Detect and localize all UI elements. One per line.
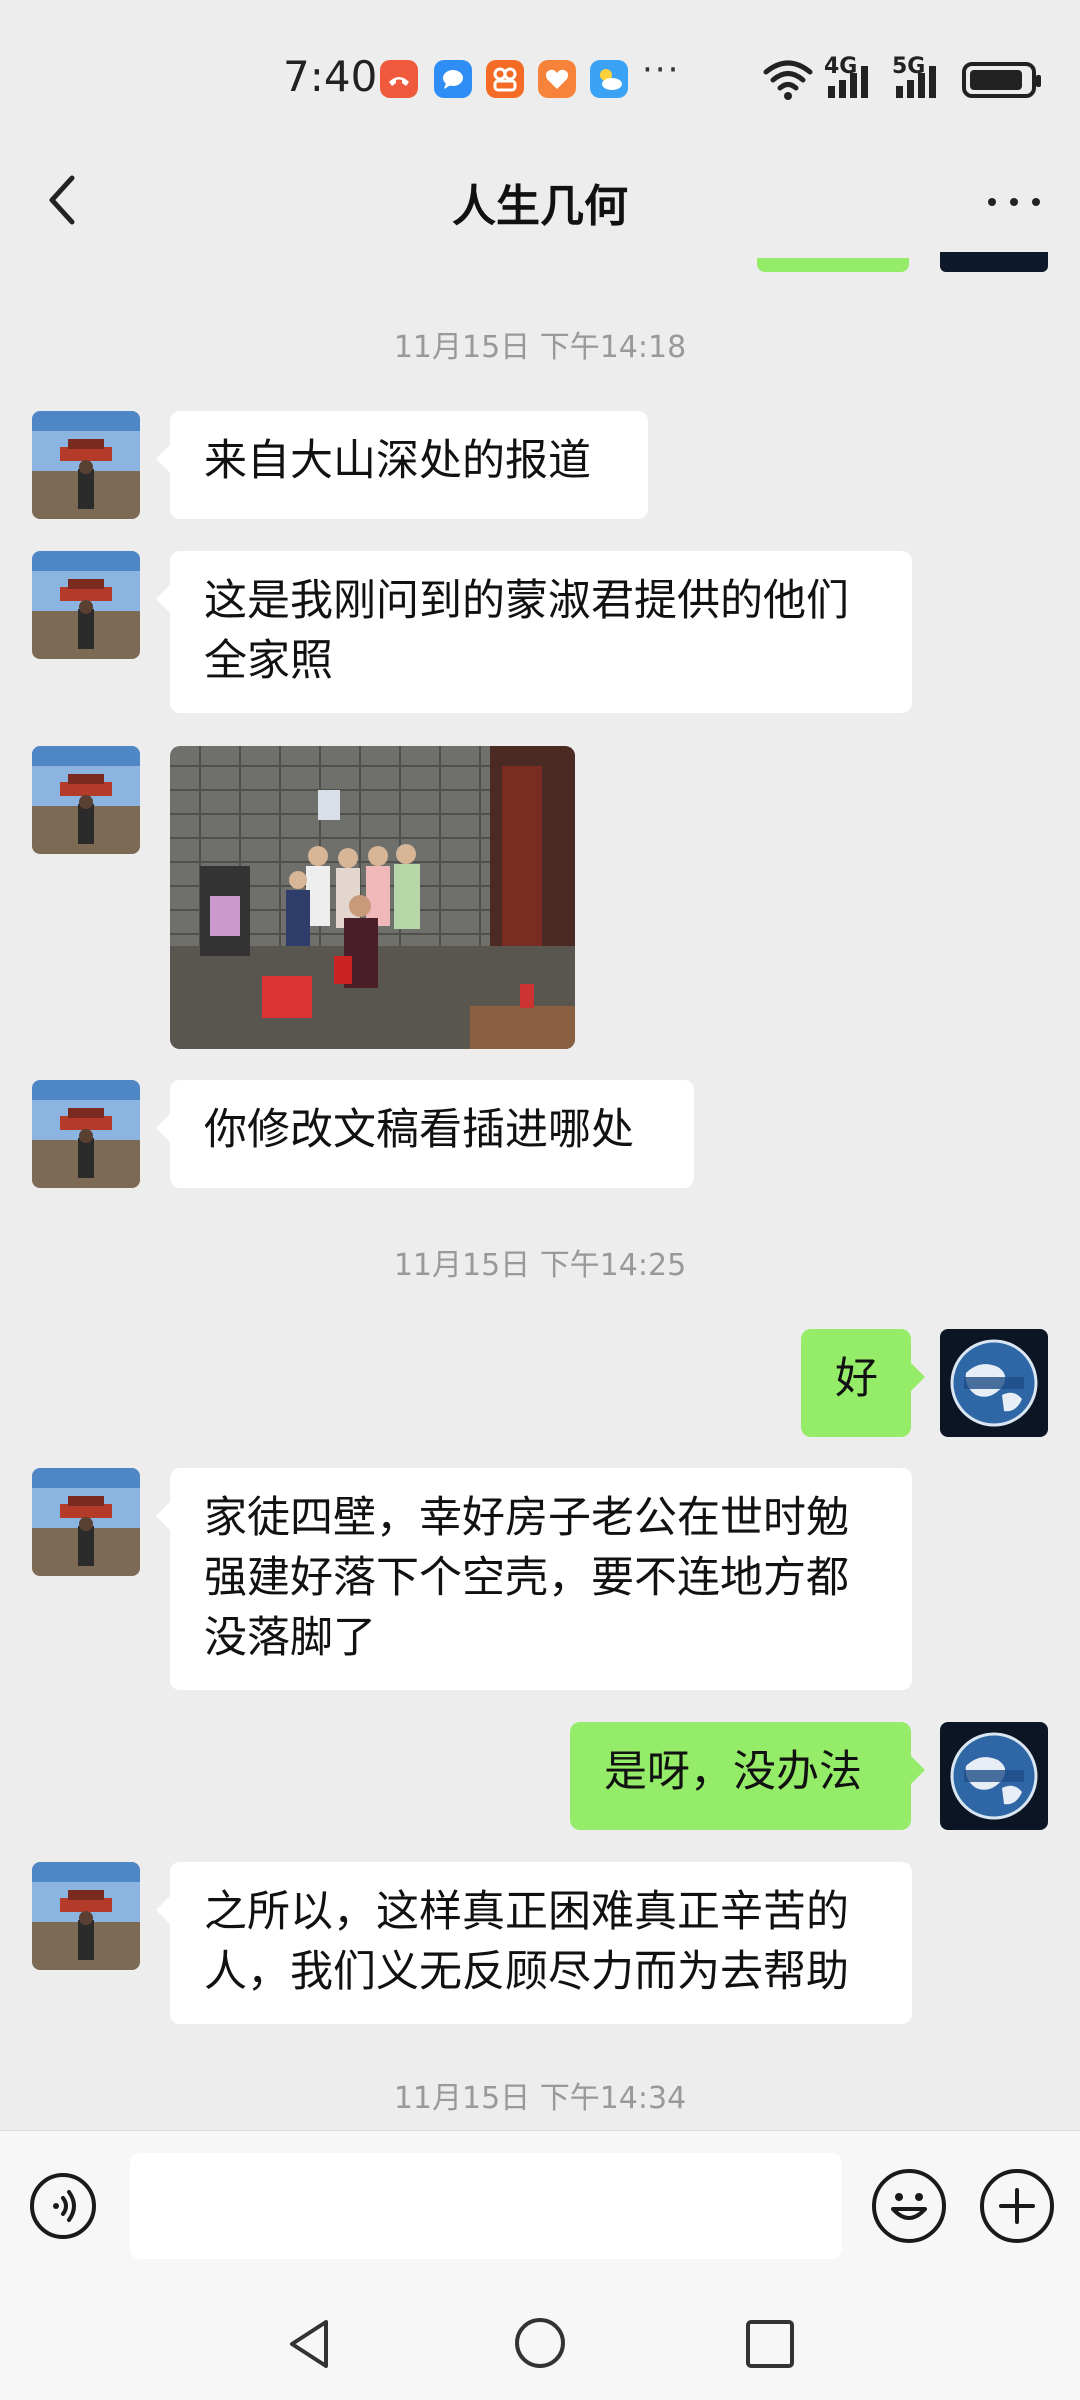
message-bubble[interactable]: 之所以，这样真正困难真正辛苦的 人，我们义无反顾尽力而为去帮助 xyxy=(156,1862,912,2024)
message-bubble-self[interactable]: 是呀，没办法 xyxy=(570,1722,925,1830)
avatar xyxy=(940,252,1048,272)
message-text-line: 强建好落下个空壳，要不连地方都 xyxy=(204,1553,849,1603)
contact-avatar[interactable] xyxy=(32,746,140,854)
message-bubble[interactable]: 来自大山深处的报道 xyxy=(156,411,648,519)
message-text-line: 这是我刚问到的蒙淑君提供的他们 xyxy=(204,576,849,626)
message-text: 好 xyxy=(835,1354,878,1404)
message-text-line: 家徒四壁，幸好房子老公在世时勉 xyxy=(204,1493,849,1543)
emoji-button[interactable] xyxy=(872,2169,946,2243)
contact-avatar[interactable] xyxy=(32,1468,140,1576)
message-text: 来自大山深处的报道 xyxy=(204,436,591,486)
app-icon xyxy=(486,60,524,98)
voice-icon xyxy=(53,2190,76,2222)
my-avatar[interactable] xyxy=(940,1722,1048,1830)
chat-title: 人生几何 xyxy=(452,181,628,232)
message-bubble[interactable]: 你修改文稿看插进哪处 xyxy=(156,1080,694,1188)
health-icon xyxy=(538,60,576,98)
message-timestamp: 11月15日 下午14:25 xyxy=(393,1248,687,1283)
system-nav-bar xyxy=(0,2280,1080,2400)
plus-icon xyxy=(999,2188,1035,2224)
message-input[interactable] xyxy=(130,2153,842,2259)
voice-input-button[interactable] xyxy=(30,2173,96,2239)
status-bar: 7:40 ··· 4G 5G xyxy=(0,0,1080,150)
message-text-line: 之所以，这样真正困难真正辛苦的 xyxy=(204,1887,849,1937)
smiley-icon xyxy=(891,2193,927,2220)
message-bubble[interactable]: 家徒四壁，幸好房子老公在世时勉 强建好落下个空壳，要不连地方都 没落脚了 xyxy=(156,1468,912,1690)
more-actions-button[interactable] xyxy=(980,2169,1054,2243)
message-text: 你修改文稿看插进哪处 xyxy=(204,1105,634,1155)
contact-avatar[interactable] xyxy=(32,551,140,659)
signal-icon xyxy=(896,66,936,98)
contact-avatar[interactable] xyxy=(32,1080,140,1188)
nav-recents-icon[interactable] xyxy=(744,2318,796,2370)
more-options-icon[interactable] xyxy=(984,176,1044,226)
missed-call-icon xyxy=(380,60,418,98)
battery-icon xyxy=(962,62,1041,98)
message-text-line: 人，我们义无反顾尽力而为去帮助 xyxy=(204,1947,849,1997)
message-bubble-self[interactable]: 好 xyxy=(801,1329,925,1437)
input-bar xyxy=(0,2130,1080,2281)
message-bubble[interactable]: 这是我刚问到的蒙淑君提供的他们 全家照 xyxy=(156,551,912,713)
message-text-line: 全家照 xyxy=(204,636,333,686)
more-notifications-indicator: ··· xyxy=(642,50,681,90)
my-avatar[interactable] xyxy=(940,1329,1048,1437)
weather-icon xyxy=(590,60,628,98)
shared-photo[interactable] xyxy=(170,746,575,1049)
signal-icon xyxy=(828,66,868,98)
contact-avatar[interactable] xyxy=(32,1862,140,1970)
nav-back-icon[interactable] xyxy=(284,2316,336,2372)
message-timestamp: 11月15日 下午14:18 xyxy=(393,330,687,365)
previous-message-bubble xyxy=(757,258,909,272)
message-timestamp: 11月15日 下午14:34 xyxy=(393,2081,687,2116)
wifi-icon xyxy=(763,60,813,100)
status-time: 7:40 xyxy=(283,52,378,101)
chat-header: 人生几何 xyxy=(0,150,1080,265)
message-text-line: 没落脚了 xyxy=(204,1613,376,1663)
contact-avatar[interactable] xyxy=(32,411,140,519)
message-icon xyxy=(434,60,472,98)
message-text: 是呀，没办法 xyxy=(604,1747,862,1797)
nav-home-icon[interactable] xyxy=(513,2316,567,2370)
